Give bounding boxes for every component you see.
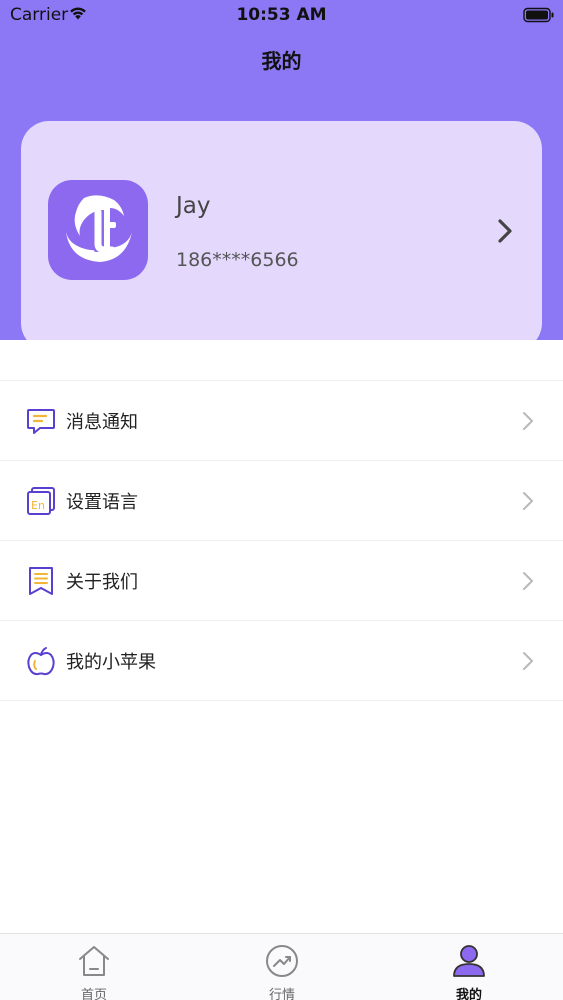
chevron-right-icon [523,492,533,510]
menu-item-label: 消息通知 [66,412,138,433]
trend-icon [266,945,298,977]
tab-market[interactable]: 行情 [188,934,376,1000]
tab-home[interactable]: 首页 [0,934,188,1000]
menu-item-language[interactable]: En 设置语言 [0,461,563,541]
profile-icon [453,945,485,977]
tab-profile[interactable]: 我的 [375,934,563,1000]
status-bar: Carrier 10:53 AM [0,0,563,30]
tab-label: 首页 [80,988,107,1000]
chevron-right-icon [523,652,533,670]
menu-item-label: 我的小苹果 [66,652,156,673]
tab-bar: 首页 行情 我的 [0,933,563,1000]
menu-item-label: 设置语言 [66,492,138,513]
avatar [48,180,148,280]
user-phone: 186****6566 [176,249,299,271]
chevron-right-icon [523,572,533,590]
home-icon [79,946,109,976]
tab-label: 行情 [268,988,295,1000]
profile-card[interactable]: Jay 186****6566 [21,121,542,351]
menu-item-label: 关于我们 [66,572,138,593]
app-logo-icon [66,195,132,262]
message-icon [27,409,55,434]
content-area: 消息通知 En 设置语言 关于我们 我的小苹果 [0,340,563,933]
menu-list: 消息通知 En 设置语言 关于我们 我的小苹果 [0,380,563,701]
user-name: Jay [176,193,211,219]
svg-text:En: En [31,499,45,512]
menu-item-apple[interactable]: 我的小苹果 [0,621,563,701]
about-icon [29,567,53,595]
language-icon: En [27,487,55,515]
tab-label: 我的 [455,988,482,1000]
page-title: 我的 [261,49,302,73]
menu-item-about[interactable]: 关于我们 [0,541,563,621]
status-time: 10:53 AM [236,5,327,25]
menu-item-notifications[interactable]: 消息通知 [0,381,563,461]
chevron-right-icon [498,219,512,243]
apple-icon [27,647,55,676]
chevron-right-icon [523,412,533,430]
battery-icon [523,7,554,23]
